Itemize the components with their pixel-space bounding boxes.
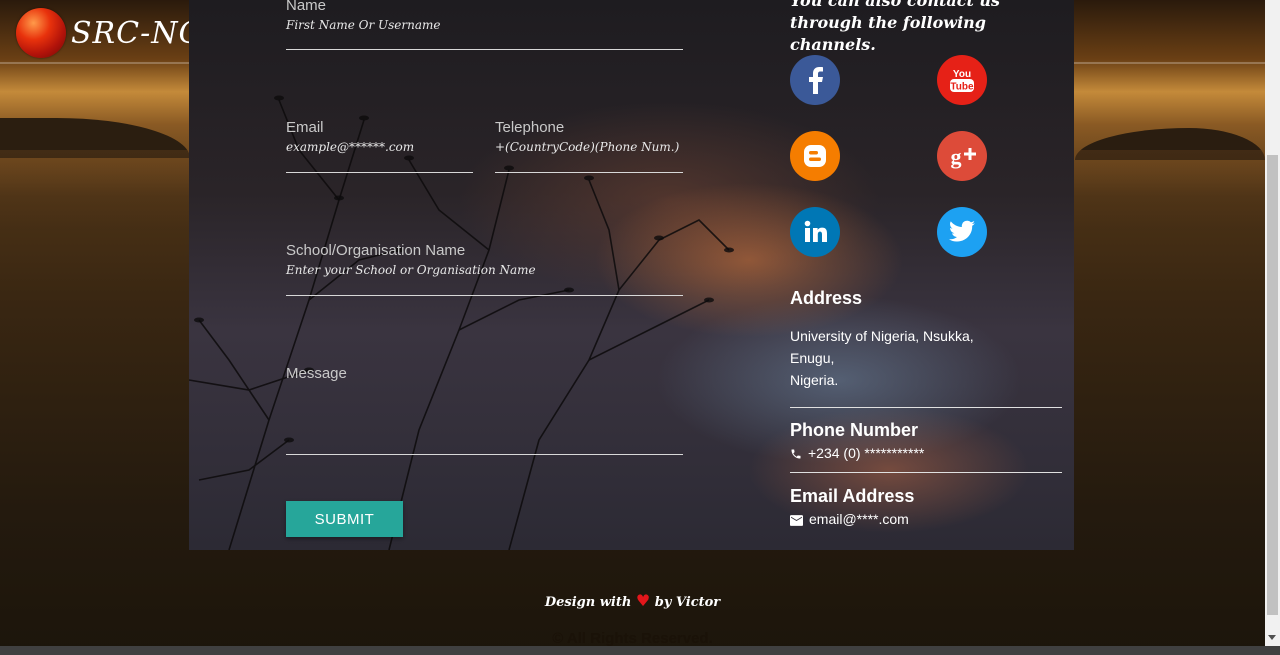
email-input[interactable]: example@******.com xyxy=(286,140,473,154)
school-field[interactable]: School/Organisation Name Enter your Scho… xyxy=(286,242,683,296)
address-line-2: Enugu, xyxy=(790,350,835,366)
svg-text:You: You xyxy=(953,69,971,80)
message-field[interactable]: Message xyxy=(286,365,683,455)
copyright-text: © All Rights Reserved. xyxy=(552,630,713,647)
linkedin-icon[interactable] xyxy=(790,207,840,257)
divider xyxy=(790,407,1062,408)
message-label: Message xyxy=(286,365,347,382)
heart-icon: ♥ xyxy=(635,591,651,610)
youtube-icon[interactable]: You Tube xyxy=(937,55,987,105)
channels-text: You can also contact us through the foll… xyxy=(790,0,1001,54)
phone-row: +234 (0) *********** xyxy=(790,442,924,464)
email-underline xyxy=(286,172,473,173)
submit-button[interactable]: SUBMIT xyxy=(286,501,403,537)
logo-globe-icon xyxy=(16,8,66,58)
facebook-icon[interactable] xyxy=(790,55,840,105)
scroll-down-arrow-icon[interactable] xyxy=(1268,635,1276,640)
telephone-field[interactable]: Telephone +(CountryCode)(Phone Num.) xyxy=(495,119,683,173)
phone-heading: Phone Number xyxy=(790,420,919,440)
google-plus-icon[interactable]: g xyxy=(937,131,987,181)
phone-value: +234 (0) *********** xyxy=(808,445,925,461)
svg-text:g: g xyxy=(951,144,962,169)
email-label: Email xyxy=(286,119,324,136)
school-underline xyxy=(286,295,683,296)
design-credit: Design with ♥ by Victor xyxy=(0,591,1265,610)
school-input[interactable]: Enter your School or Organisation Name xyxy=(286,263,683,277)
telephone-label: Telephone xyxy=(495,119,565,136)
name-input[interactable]: First Name Or Username xyxy=(286,18,683,32)
brand-name: SRC-NG xyxy=(71,15,204,51)
site-logo[interactable]: SRC-NG xyxy=(16,8,203,58)
twitter-icon[interactable] xyxy=(937,207,987,257)
browser-status-bar xyxy=(0,646,1280,655)
name-label: Name xyxy=(286,0,327,14)
page-scrollbar[interactable] xyxy=(1265,0,1280,646)
name-underline xyxy=(286,49,683,50)
divider xyxy=(790,472,1062,473)
design-credit-prefix: Design with xyxy=(544,595,632,610)
address-text: University of Nigeria, Nsukka, Enugu, Ni… xyxy=(790,325,974,391)
email-value[interactable]: email@****.com xyxy=(809,511,909,527)
address-line-3: Nigeria. xyxy=(790,372,839,388)
school-label: School/Organisation Name xyxy=(286,242,466,259)
telephone-input[interactable]: +(CountryCode)(Phone Num.) xyxy=(495,140,683,154)
email-row: email@****.com xyxy=(790,508,909,530)
mail-icon xyxy=(790,514,803,526)
message-textarea-underline xyxy=(286,454,683,455)
name-field[interactable]: Name First Name Or Username xyxy=(286,0,683,50)
email-field[interactable]: Email example@******.com xyxy=(286,119,473,173)
svg-text:Tube: Tube xyxy=(950,82,974,93)
email-heading: Email Address xyxy=(790,486,915,506)
telephone-underline xyxy=(495,172,683,173)
design-credit-suffix: by Victor xyxy=(654,595,721,610)
address-heading: Address xyxy=(790,288,863,308)
scrollbar-thumb[interactable] xyxy=(1267,155,1278,615)
phone-icon xyxy=(791,449,801,459)
address-line-1: University of Nigeria, Nsukka, xyxy=(790,328,974,344)
blogger-icon[interactable] xyxy=(790,131,840,181)
